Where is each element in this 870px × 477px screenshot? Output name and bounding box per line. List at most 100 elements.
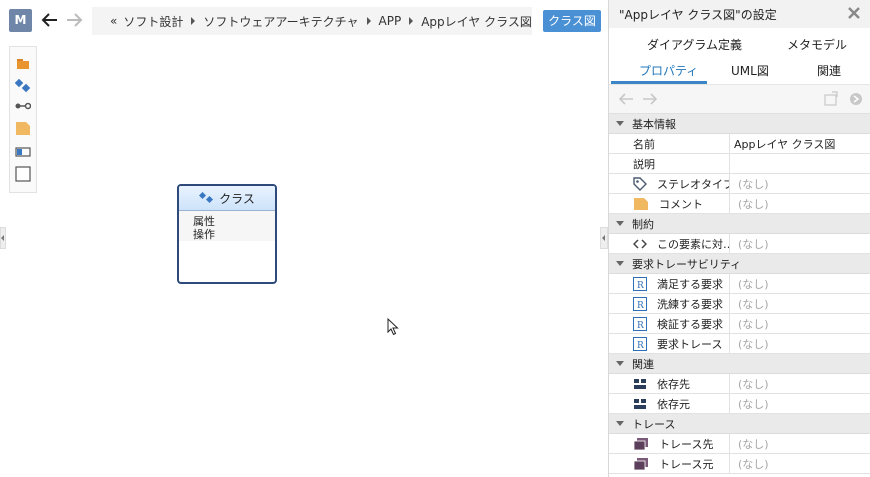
model-export-icon[interactable] bbox=[823, 91, 839, 107]
property-row[interactable]: 名前 Appレイヤ クラス図 bbox=[609, 134, 870, 154]
back-arrow-icon[interactable] bbox=[617, 91, 635, 107]
property-row[interactable]: トレース元 (なし) bbox=[609, 454, 870, 474]
property-value[interactable]: (なし) bbox=[730, 434, 870, 453]
navigate-icon[interactable] bbox=[848, 91, 864, 107]
collapse-triangle-icon[interactable] bbox=[616, 221, 624, 226]
model-badge[interactable]: M bbox=[9, 9, 32, 32]
property-row[interactable]: この要素に対… (なし) bbox=[609, 234, 870, 254]
property-value[interactable]: (なし) bbox=[730, 314, 870, 333]
property-group-header[interactable]: 要求トレーサビリティ bbox=[609, 254, 870, 274]
class-icon bbox=[199, 192, 214, 204]
svg-text:R: R bbox=[637, 301, 644, 311]
trace-icon bbox=[633, 457, 654, 471]
class-node-compartments: 属性 操作 bbox=[179, 211, 275, 241]
property-key: 名前 bbox=[609, 134, 730, 153]
requirement-icon: R bbox=[633, 296, 652, 311]
breadcrumb-item-soft-design[interactable]: ソフト設計 bbox=[123, 13, 183, 30]
property-group-label: 要求トレーサビリティ bbox=[632, 257, 742, 271]
breadcrumb-item-architecture[interactable]: ソフトウェアアーキテクチャ bbox=[203, 13, 358, 30]
class-node[interactable]: クラス 属性 操作 bbox=[177, 184, 277, 284]
property-row[interactable]: R 要求トレース (なし) bbox=[609, 334, 870, 354]
class-diagram-button[interactable]: クラス図 bbox=[543, 10, 601, 32]
collapse-triangle-icon[interactable] bbox=[616, 121, 624, 126]
property-value[interactable]: (なし) bbox=[730, 394, 870, 413]
forward-arrow-icon[interactable] bbox=[64, 9, 84, 31]
svg-text:R: R bbox=[637, 321, 644, 331]
property-value[interactable]: (なし) bbox=[730, 334, 870, 353]
svg-text:R: R bbox=[637, 341, 644, 351]
property-group-header[interactable]: 関連 bbox=[609, 354, 870, 374]
property-key-label: 検証する要求 bbox=[657, 317, 723, 331]
property-row[interactable]: R 満足する要求 (なし) bbox=[609, 274, 870, 294]
back-arrow-icon[interactable] bbox=[40, 9, 60, 31]
property-row[interactable]: 依存元 (なし) bbox=[609, 394, 870, 414]
property-group-header[interactable]: トレース bbox=[609, 414, 870, 434]
class-node-attribute: 属性 bbox=[193, 215, 215, 228]
property-row[interactable]: ステレオタイプ (なし) bbox=[609, 174, 870, 194]
property-value[interactable]: (なし) bbox=[730, 174, 870, 193]
property-value[interactable]: (なし) bbox=[730, 294, 870, 313]
property-row[interactable]: 依存先 (なし) bbox=[609, 374, 870, 394]
collapse-triangle-icon[interactable] bbox=[616, 421, 624, 426]
collapse-triangle-icon[interactable] bbox=[616, 361, 624, 366]
property-group-header[interactable]: 制約 bbox=[609, 214, 870, 234]
property-value[interactable]: (なし) bbox=[730, 374, 870, 393]
breadcrumb-item-app[interactable]: APP bbox=[379, 14, 402, 28]
property-value[interactable]: Appレイヤ クラス図 bbox=[730, 134, 870, 153]
tab-diagram-definition[interactable]: ダイアグラム定義 bbox=[647, 36, 742, 53]
property-group-label: 関連 bbox=[632, 357, 654, 371]
tab-properties[interactable]: プロパティ bbox=[639, 62, 698, 79]
property-key-label: トレース元 bbox=[659, 457, 714, 471]
svg-text:R: R bbox=[637, 281, 644, 291]
tab-uml-diagram[interactable]: UML図 bbox=[731, 62, 769, 79]
code-icon bbox=[633, 238, 652, 250]
app-window: M « ソフト設計 ソフトウェアアーキテクチャ APP Appレイヤ クラス図 … bbox=[0, 0, 870, 477]
close-icon[interactable] bbox=[846, 5, 862, 21]
left-collapse-handle[interactable] bbox=[0, 227, 6, 249]
dependency-icon bbox=[633, 398, 652, 410]
comment-folder-icon bbox=[633, 197, 654, 211]
property-value[interactable]: (なし) bbox=[730, 234, 870, 253]
breadcrumb-item-current[interactable]: Appレイヤ クラス図 bbox=[421, 13, 532, 30]
panel-header: "Appレイヤ クラス図"の設定 bbox=[609, 0, 870, 28]
tab-metamodel[interactable]: メタモデル bbox=[787, 36, 847, 53]
top-bar: M « ソフト設計 ソフトウェアアーキテクチャ APP Appレイヤ クラス図 … bbox=[0, 0, 608, 40]
dependency-icon bbox=[633, 378, 652, 390]
forward-arrow-icon[interactable] bbox=[641, 91, 659, 107]
property-key-label: コメント bbox=[659, 197, 703, 211]
property-value[interactable]: (なし) bbox=[730, 274, 870, 293]
right-collapse-handle[interactable] bbox=[600, 227, 608, 249]
property-value[interactable]: (なし) bbox=[730, 454, 870, 473]
property-row[interactable]: R 検証する要求 (なし) bbox=[609, 314, 870, 334]
rectangle-icon[interactable] bbox=[15, 166, 31, 182]
property-value[interactable] bbox=[730, 154, 870, 173]
property-key-label: 満足する要求 bbox=[657, 277, 723, 291]
property-key-label: 要求トレース bbox=[657, 337, 723, 351]
property-row[interactable]: コメント (なし) bbox=[609, 194, 870, 214]
property-value[interactable]: (なし) bbox=[730, 194, 870, 213]
mouse-cursor-icon bbox=[387, 318, 399, 336]
note-icon[interactable] bbox=[15, 121, 31, 135]
package-icon[interactable] bbox=[15, 57, 31, 71]
frame-icon[interactable] bbox=[15, 145, 31, 159]
collapse-triangle-icon[interactable] bbox=[616, 261, 624, 266]
property-key-label: 依存元 bbox=[657, 397, 690, 411]
tabs-row-2: プロパティ UML図 関連 bbox=[609, 58, 870, 84]
breadcrumb-collapse[interactable]: « bbox=[110, 14, 117, 28]
property-key-label: ステレオタイプ bbox=[657, 177, 730, 191]
property-key: ステレオタイプ bbox=[609, 174, 730, 193]
tabs-row-1: ダイアグラム定義 メタモデル bbox=[609, 28, 870, 58]
class-icon[interactable] bbox=[15, 79, 31, 93]
property-key-label: 洗練する要求 bbox=[657, 297, 723, 311]
property-group-label: 基本情報 bbox=[632, 117, 676, 131]
class-node-operation: 操作 bbox=[193, 228, 215, 241]
property-key: コメント bbox=[609, 194, 730, 213]
property-row[interactable]: トレース先 (なし) bbox=[609, 434, 870, 454]
association-icon[interactable] bbox=[15, 99, 31, 113]
property-key-label: 説明 bbox=[633, 157, 655, 171]
breadcrumb-separator-icon bbox=[409, 17, 414, 25]
tab-relations[interactable]: 関連 bbox=[817, 62, 841, 79]
property-row[interactable]: R 洗練する要求 (なし) bbox=[609, 294, 870, 314]
property-row[interactable]: 説明 bbox=[609, 154, 870, 174]
property-group-header[interactable]: 基本情報 bbox=[609, 114, 870, 134]
